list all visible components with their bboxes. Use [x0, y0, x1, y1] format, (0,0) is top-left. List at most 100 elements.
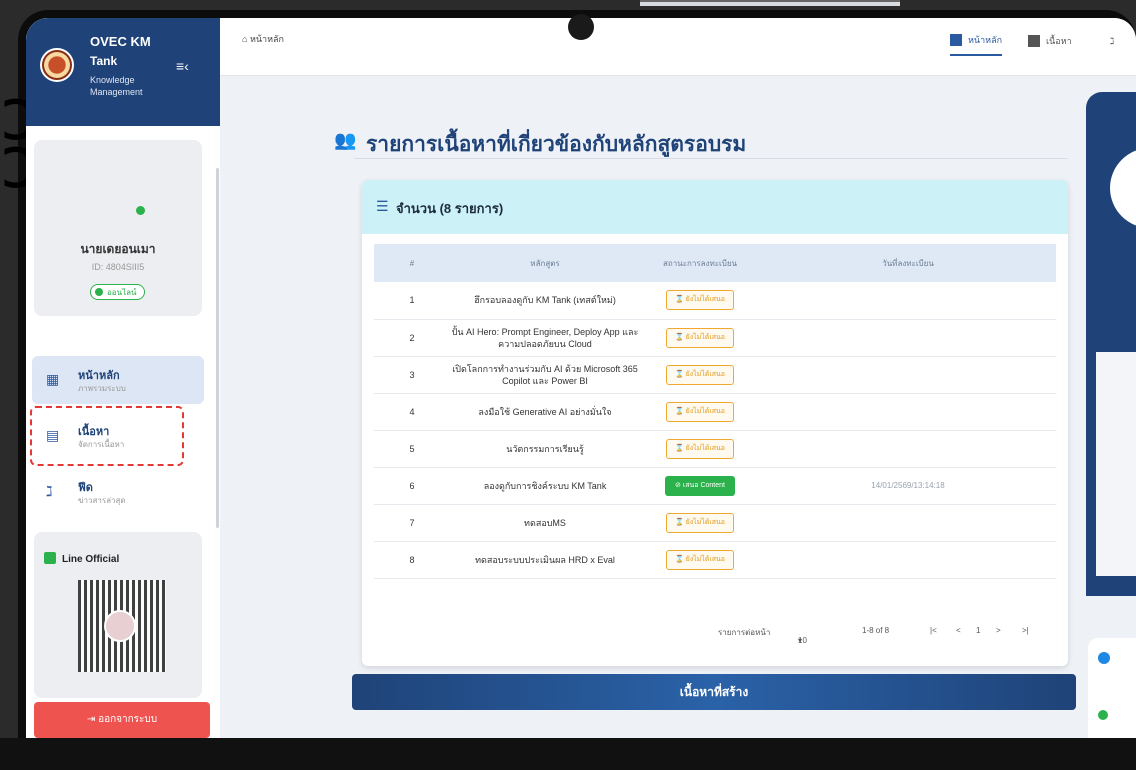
table-row[interactable]: 3 เปิดโลกการทำงานร่วมกับ AI ด้วย Microsof…: [374, 356, 1056, 394]
sidebar-scrollbar[interactable]: [216, 168, 219, 528]
status-cell: ⌛ ยังไม่ได้เสนอ: [640, 393, 760, 431]
table-row[interactable]: 2 ปั้น AI Hero: Prompt Engineer, Deploy A…: [374, 319, 1056, 357]
last-page-icon[interactable]: >|: [1022, 626, 1029, 635]
table-row[interactable]: 6 ลองดูกับการชิงค์ระบบ KM Tank ⊘ เสนอ Cont…: [374, 467, 1056, 505]
tab-home[interactable]: หน้าหลัก: [950, 26, 1003, 56]
status-label: ยังไม่ได้เสนอ: [685, 407, 726, 415]
sidebar-item-sub: ภาพรวมระบบ: [78, 384, 126, 393]
breadcrumb-label: หน้าหลัก: [249, 34, 284, 44]
row-number: 6: [374, 467, 450, 505]
table-row[interactable]: 7 ทดสอบMS ⌛ ยังไม่ได้เสนอ: [374, 504, 1056, 542]
collapse-menu-icon[interactable]: ≡‹: [176, 58, 189, 74]
pending-badge[interactable]: ⌛ ยังไม่ได้เสนอ: [665, 327, 735, 348]
logout-label: ออกจากระบบ: [98, 714, 158, 725]
column-header: #: [409, 258, 415, 268]
check-circle-icon: ⊘: [675, 481, 683, 489]
row-number: 2: [374, 319, 450, 357]
online-dot-icon: [136, 206, 145, 215]
status-cell: ⌛ ยังไม่ได้เสนอ: [640, 430, 760, 468]
course-name: นวัตกรรมการเรียนรู้: [450, 430, 640, 468]
dropdown-arrow-icon: ▾: [798, 636, 803, 645]
status-cell: ⌛ ยังไม่ได้เสนอ: [640, 319, 760, 357]
webcam: [568, 14, 594, 40]
sidebar-item-feed[interactable]: ℷ ฟีด ข่าวสารล่าสุด: [32, 468, 204, 516]
app-screen: OVEC KM Tank Knowledge Management ≡‹ นาย…: [26, 18, 1136, 738]
card-header: ☰ จำนวน (8 รายการ): [362, 180, 1068, 234]
tab-label: เนื้อหา: [1046, 36, 1072, 46]
course-name: ลองดูกับการชิงค์ระบบ KM Tank: [450, 467, 640, 505]
table-row[interactable]: 4 ลงมือใช้ Generative AI อย่างมั่นใจ ⌛ ยัง…: [374, 393, 1056, 431]
column-header: วันที่ลงทะเบียน: [882, 258, 934, 268]
line-icon: [44, 552, 56, 564]
course-name: ปั้น AI Hero: Prompt Engineer, Deploy Ap…: [450, 319, 640, 357]
tagline: Knowledge Management: [90, 75, 143, 97]
pending-badge[interactable]: ⌛ ยังไม่ได้เสนอ: [665, 364, 735, 385]
tab-content[interactable]: เนื้อหา: [1028, 26, 1072, 56]
status-badge: ออนไลน์: [90, 284, 146, 300]
pending-badge[interactable]: ⌛ ยังไม่ได้เสนอ: [665, 512, 735, 533]
logout-button[interactable]: ⇥ ออกจากระบบ: [34, 702, 210, 738]
sidebar: OVEC KM Tank Knowledge Management ≡‹ นาย…: [26, 18, 220, 738]
register-date: 14/01/2569/13:14:18: [760, 467, 1056, 505]
rss-icon: ℷ: [1110, 35, 1115, 46]
sidebar-item-home[interactable]: ▦ หน้าหลัก ภาพรวมระบบ: [32, 356, 204, 404]
status-cell: ⌛ ยังไม่ได้เสนอ: [640, 356, 760, 394]
current-page[interactable]: 1: [976, 626, 980, 635]
profile-name: นายเดยอนเมา: [80, 242, 156, 256]
tab-label: หน้าหลัก: [968, 35, 1003, 45]
app-name: Tank: [90, 54, 118, 68]
row-number: 4: [374, 393, 450, 431]
status-dot-icon: [95, 288, 103, 296]
pending-badge[interactable]: ⌛ ยังไม่ได้เสนอ: [665, 401, 735, 422]
top-strip: [640, 0, 900, 6]
qr-avatar: [104, 610, 136, 642]
hourglass-icon: ⌛: [674, 370, 686, 378]
pending-badge[interactable]: ⌛ ยังไม่ได้เสนอ: [665, 290, 735, 311]
laptop-bezel: [0, 738, 1136, 770]
document-icon: [1028, 35, 1040, 47]
status-cell: ⌛ ยังไม่ได้เสนอ: [640, 541, 760, 579]
hourglass-icon: ⌛: [674, 296, 686, 304]
dashboard-icon: ▦: [46, 371, 60, 387]
created-content-bar[interactable]: เนื้อหาที่สร้าง: [352, 674, 1076, 710]
brand-name: OVEC KM: [90, 34, 151, 49]
submitted-badge[interactable]: ⊘ เสนอ Content: [665, 475, 735, 496]
status-cell: ⌛ ยังไม่ได้เสนอ: [640, 282, 760, 320]
prev-page-icon[interactable]: <: [956, 626, 961, 635]
next-page-icon[interactable]: >: [996, 626, 1001, 635]
status-label: ยังไม่ได้เสนอ: [685, 333, 726, 341]
dashboard-icon: [950, 34, 962, 46]
rss-icon: ℷ: [46, 483, 53, 499]
check-icon: [1098, 710, 1108, 720]
rows-per-page-label: รายการต่อหน้า: [718, 628, 771, 637]
first-page-icon[interactable]: |<: [930, 626, 937, 635]
row-number: 8: [374, 541, 450, 579]
tab-feed[interactable]: ℷ: [1110, 26, 1114, 56]
status-label: ยังไม่ได้เสนอ: [685, 555, 726, 563]
pending-badge[interactable]: ⌛ ยังไม่ได้เสนอ: [665, 549, 735, 570]
range-text: 1-8 of 8: [862, 626, 890, 635]
course-name: เปิดโลกการทำงานร่วมกับ AI ด้วย Microsoft…: [450, 356, 640, 394]
breadcrumb[interactable]: ⌂ หน้าหลัก: [242, 32, 284, 46]
row-number: 5: [374, 430, 450, 468]
table-row[interactable]: 8 ทดสอบระบบประเมินผล HRD x Eval ⌛ ยังไม่ได…: [374, 541, 1056, 579]
pagination: รายการต่อหน้า 10 ▾ 1-8 of 8 |< < 1 > >|: [362, 616, 1068, 646]
register-date: [760, 430, 1056, 468]
status-label: ยังไม่ได้เสนอ: [685, 296, 726, 304]
users-icon: 👥: [334, 130, 357, 150]
status-label: ยังไม่ได้เสนอ: [685, 444, 726, 452]
right-panel-body: [1096, 352, 1136, 576]
register-date: [760, 356, 1056, 394]
pending-badge[interactable]: ⌛ ยังไม่ได้เสนอ: [665, 438, 735, 459]
course-table: # หลักสูตร สถานะการลงทะเบียน วันที่ลงทะเ…: [374, 244, 1056, 579]
line-official-card: Line Official: [34, 532, 202, 698]
sidebar-header: OVEC KM Tank Knowledge Management ≡‹: [26, 18, 220, 126]
table-row[interactable]: 1 ฮึกรอบลองดูกับ KM Tank (เทสต์ใหม่) ⌛ ยัง…: [374, 282, 1056, 320]
register-date: [760, 541, 1056, 579]
title-divider: [354, 158, 1068, 159]
table-row[interactable]: 5 นวัตกรรมการเรียนรู้ ⌛ ยังไม่ได้เสนอ: [374, 430, 1056, 468]
course-name: ทดสอบMS: [450, 504, 640, 542]
home-icon: ⌂: [242, 34, 250, 44]
sidebar-item-sub: ข่าวสารล่าสุด: [78, 496, 126, 505]
highlight-box: [30, 406, 184, 466]
